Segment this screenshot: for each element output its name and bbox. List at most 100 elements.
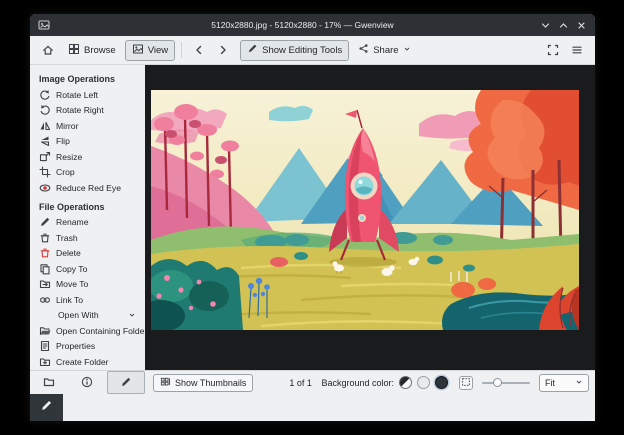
- sidebar-item-open-containing-folder[interactable]: Open Containing Folder: [30, 323, 145, 339]
- thumbnails-icon: [160, 376, 171, 389]
- pencil-icon: [120, 376, 132, 390]
- window-title: 5120x2880.jpg - 5120x2880 - 17% — Gwenvi…: [211, 20, 394, 30]
- sidebar-item-rotate-right[interactable]: Rotate Right: [30, 103, 145, 119]
- gwenview-app-icon: [38, 19, 50, 31]
- rotate-right-icon: [39, 104, 51, 116]
- view-mode-button[interactable]: View: [124, 39, 176, 61]
- maximize-button[interactable]: [558, 20, 568, 30]
- show-editing-tools-button[interactable]: Show Editing Tools: [240, 39, 350, 61]
- toolbar-separator: [181, 42, 183, 58]
- sidebar-item-copy-to[interactable]: Copy To: [30, 261, 145, 277]
- sidebar-item-rotate-left[interactable]: Rotate Left: [30, 87, 145, 103]
- bg-color-auto-option[interactable]: [399, 376, 412, 389]
- gwenview-window: 5120x2880.jpg - 5120x2880 - 17% — Gwenvi…: [30, 14, 595, 421]
- sidebar-item-trash[interactable]: Trash: [30, 230, 145, 246]
- sidebar-item-label: Open Containing Folder: [56, 325, 145, 336]
- sidebar-item-reduce-red-eye[interactable]: Reduce Red Eye: [30, 180, 145, 196]
- zoom-fit-button[interactable]: [459, 375, 473, 390]
- minimize-button[interactable]: [540, 20, 550, 30]
- share-button[interactable]: Share: [351, 40, 417, 61]
- show-thumbnails-button[interactable]: Show Thumbnails: [153, 373, 254, 392]
- section-title-image-operations: Image Operations: [39, 74, 116, 84]
- sidebar-item-label: Copy To: [56, 263, 88, 274]
- bg-color-dark-option[interactable]: [435, 376, 448, 389]
- rename-icon: [39, 216, 51, 228]
- zoom-slider-handle[interactable]: [493, 378, 502, 387]
- chevron-down-icon: [575, 378, 583, 388]
- sidebar-item-label: Rotate Left: [56, 89, 99, 100]
- properties-icon: [39, 340, 51, 352]
- link-icon: [39, 294, 51, 306]
- sidebar-item-label: Flip: [56, 136, 70, 147]
- fullscreen-button[interactable]: [542, 40, 564, 61]
- zoom-mode-value: Fit: [545, 377, 555, 388]
- sidebar-item-label: Move To: [56, 279, 89, 290]
- bottom-strip: [30, 394, 595, 421]
- sidebar-item-delete[interactable]: Delete: [30, 246, 145, 262]
- forward-button[interactable]: [212, 40, 234, 61]
- main-toolbar: Browse View Show Editing Tools Share: [30, 36, 595, 65]
- sidebar-item-label: Create Folder: [56, 356, 109, 367]
- pencil-icon: [40, 399, 53, 417]
- image-counter: 1 of 1: [289, 377, 312, 388]
- browse-label: Browse: [84, 44, 116, 56]
- sidebar-item-label: Open With: [58, 310, 99, 321]
- zoom-mode-select[interactable]: Fit: [539, 373, 589, 392]
- browse-icon: [68, 43, 80, 58]
- operations-mode-button[interactable]: [30, 394, 63, 421]
- flip-icon: [39, 135, 51, 147]
- copy-icon: [39, 263, 51, 275]
- sidebar-tab-folders[interactable]: [30, 371, 68, 394]
- resize-icon: [39, 151, 51, 163]
- image-canvas[interactable]: [145, 65, 595, 370]
- sidebar-item-rename[interactable]: Rename: [30, 215, 145, 231]
- sidebar-item-label: Rename: [56, 217, 89, 228]
- close-button[interactable]: [576, 20, 586, 30]
- sidebar-item-link-to[interactable]: Link To: [30, 292, 145, 308]
- back-button[interactable]: [188, 40, 210, 61]
- show-thumbnails-label: Show Thumbnails: [175, 377, 247, 388]
- background-color-label: Background color:: [321, 377, 394, 388]
- photo-illustration: [151, 90, 579, 330]
- bg-color-light-option[interactable]: [417, 376, 430, 389]
- sidebar-item-label: Resize: [56, 151, 83, 162]
- red-eye-icon: [39, 182, 51, 194]
- sidebar-item-crop[interactable]: Crop: [30, 165, 145, 181]
- sidebar-item-mirror[interactable]: Mirror: [30, 118, 145, 134]
- zoom-slider[interactable]: [482, 376, 530, 390]
- zoom-slider-track[interactable]: [482, 381, 530, 384]
- sidebar-item-flip[interactable]: Flip: [30, 134, 145, 150]
- sidebar-item-label: Rotate Right: [56, 105, 104, 116]
- sidebar-panel: Image Operations Rotate Left Rotate Right M…: [30, 65, 145, 370]
- mirror-icon: [39, 120, 51, 132]
- folder-new-icon: [39, 356, 51, 368]
- sidebar-tab-information[interactable]: [68, 371, 106, 394]
- sidebar-item-properties[interactable]: Properties: [30, 339, 145, 355]
- sidebar-item-label: Delete: [56, 248, 81, 259]
- share-label: Share: [373, 44, 399, 56]
- sidebar-tab-operations[interactable]: [106, 371, 145, 394]
- crop-icon: [39, 166, 51, 178]
- chevron-down-icon: [128, 311, 136, 319]
- sidebar-item-resize[interactable]: Resize: [30, 149, 145, 165]
- sidebar-item-label: Link To: [56, 294, 84, 305]
- home-button[interactable]: [37, 40, 59, 61]
- view-label: View: [147, 44, 169, 56]
- sidebar-item-label: Properties: [56, 341, 96, 352]
- content-area: Image Operations Rotate Left Rotate Right M…: [30, 65, 595, 370]
- zoom-fit-icon: [461, 377, 471, 389]
- statusbar: Show Thumbnails 1 of 1 Background color:…: [30, 370, 595, 394]
- sidebar-item-create-folder[interactable]: Create Folder: [30, 354, 145, 370]
- sidebar-item-label: Crop: [56, 167, 75, 178]
- hamburger-menu-button[interactable]: [566, 40, 588, 61]
- sidebar-item-open-with[interactable]: Open With: [30, 308, 145, 324]
- sidebar-item-move-to[interactable]: Move To: [30, 277, 145, 293]
- chevron-down-icon: [403, 45, 411, 56]
- view-icon: [132, 43, 144, 58]
- browse-mode-button[interactable]: Browse: [61, 40, 123, 61]
- delete-icon: [39, 247, 51, 259]
- titlebar[interactable]: 5120x2880.jpg - 5120x2880 - 17% — Gwenvi…: [30, 14, 595, 36]
- trash-icon: [39, 232, 51, 244]
- operations-sidebar: Image Operations Rotate Left Rotate Right M…: [30, 65, 145, 370]
- sidebar-item-label: Reduce Red Eye: [56, 182, 121, 193]
